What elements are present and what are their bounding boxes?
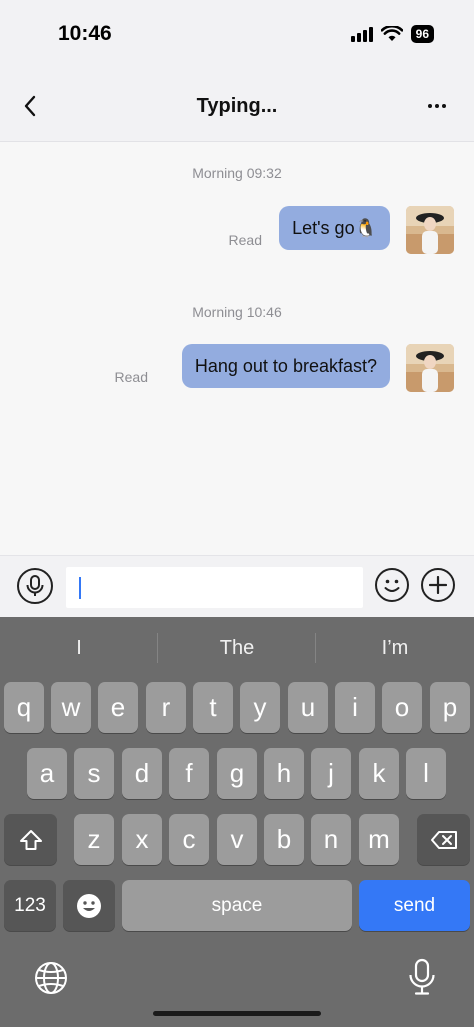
backspace-icon	[430, 830, 457, 849]
key-r[interactable]: r	[146, 682, 186, 733]
message-bubble[interactable]: Let's go🐧	[279, 206, 390, 250]
microphone-icon	[26, 575, 44, 596]
status-bar: 10:46 96	[0, 0, 474, 72]
key-k[interactable]: k	[359, 748, 399, 799]
send-key[interactable]: send	[359, 880, 470, 931]
avatar[interactable]	[406, 206, 454, 254]
status-time: 10:46	[58, 22, 112, 45]
emoji-icon	[77, 893, 101, 918]
key-e[interactable]: e	[98, 682, 138, 733]
read-receipt: Read	[114, 369, 148, 385]
key-s[interactable]: s	[74, 748, 114, 799]
shift-icon	[19, 829, 42, 850]
add-attachment-button[interactable]	[421, 568, 455, 602]
shift-key[interactable]	[4, 814, 57, 865]
home-indicator	[153, 1011, 321, 1016]
message-timestamp: Morning 10:46	[192, 304, 282, 320]
predictive-suggestions: I The I’m	[0, 617, 474, 679]
message-row: Read Hang out to breakfast?	[0, 344, 474, 394]
navigation-bar: Typing...	[0, 72, 474, 142]
key-o[interactable]: o	[382, 682, 422, 733]
cellular-signal-icon	[350, 26, 373, 42]
key-m[interactable]: m	[359, 814, 399, 865]
key-y[interactable]: y	[240, 682, 280, 733]
avatar[interactable]	[406, 344, 454, 392]
globe-icon	[35, 962, 67, 994]
dictation-button[interactable]	[407, 958, 437, 1001]
key-h[interactable]: h	[264, 748, 304, 799]
wifi-icon	[380, 26, 403, 41]
key-j[interactable]: j	[311, 748, 351, 799]
key-v[interactable]: v	[217, 814, 257, 865]
more-icon-dot	[435, 104, 439, 108]
suggestion-item[interactable]: I’m	[316, 617, 474, 679]
key-n[interactable]: n	[311, 814, 351, 865]
status-icons: 96	[350, 25, 434, 43]
more-icon-dot	[442, 104, 446, 108]
delete-key[interactable]	[417, 814, 470, 865]
emoji-button[interactable]	[375, 568, 409, 602]
emoji-keyboard-key[interactable]	[63, 880, 115, 931]
suggestion-item[interactable]: The	[158, 617, 316, 679]
key-b[interactable]: b	[264, 814, 304, 865]
message-row: Read Let's go🐧	[0, 205, 474, 255]
key-f[interactable]: f	[169, 748, 209, 799]
chat-area[interactable]: Morning 09:32 Read Let's go🐧 Morning 10:…	[0, 143, 474, 555]
key-a[interactable]: a	[27, 748, 67, 799]
key-g[interactable]: g	[217, 748, 257, 799]
smiley-icon	[384, 579, 400, 592]
key-w[interactable]: w	[51, 682, 91, 733]
plus-icon	[429, 576, 447, 594]
key-i[interactable]: i	[335, 682, 375, 733]
key-l[interactable]: l	[406, 748, 446, 799]
message-bubble[interactable]: Hang out to breakfast?	[181, 344, 390, 388]
microphone-icon	[409, 958, 435, 995]
globe-button[interactable]	[34, 961, 68, 1000]
key-x[interactable]: x	[122, 814, 162, 865]
space-key[interactable]: space	[122, 880, 352, 931]
key-t[interactable]: t	[193, 682, 233, 733]
read-receipt: Read	[228, 232, 262, 248]
key-d[interactable]: d	[122, 748, 162, 799]
key-p[interactable]: p	[430, 682, 470, 733]
message-input-bar	[0, 555, 474, 617]
battery-icon: 96	[410, 25, 434, 43]
key-z[interactable]: z	[74, 814, 114, 865]
key-c[interactable]: c	[169, 814, 209, 865]
numbers-key[interactable]: 123	[4, 880, 56, 931]
message-input[interactable]	[66, 567, 363, 608]
text-cursor	[79, 577, 81, 599]
voice-input-button[interactable]	[17, 568, 53, 604]
key-u[interactable]: u	[288, 682, 328, 733]
message-timestamp: Morning 09:32	[192, 165, 282, 181]
page-title: Typing...	[196, 95, 278, 117]
keyboard: I The I’m q w e r t y u i o p a s d f g …	[0, 617, 474, 1027]
key-q[interactable]: q	[4, 682, 44, 733]
more-options-button[interactable]	[422, 92, 452, 120]
suggestion-item[interactable]: I	[0, 617, 158, 679]
more-icon-dot	[428, 104, 432, 108]
